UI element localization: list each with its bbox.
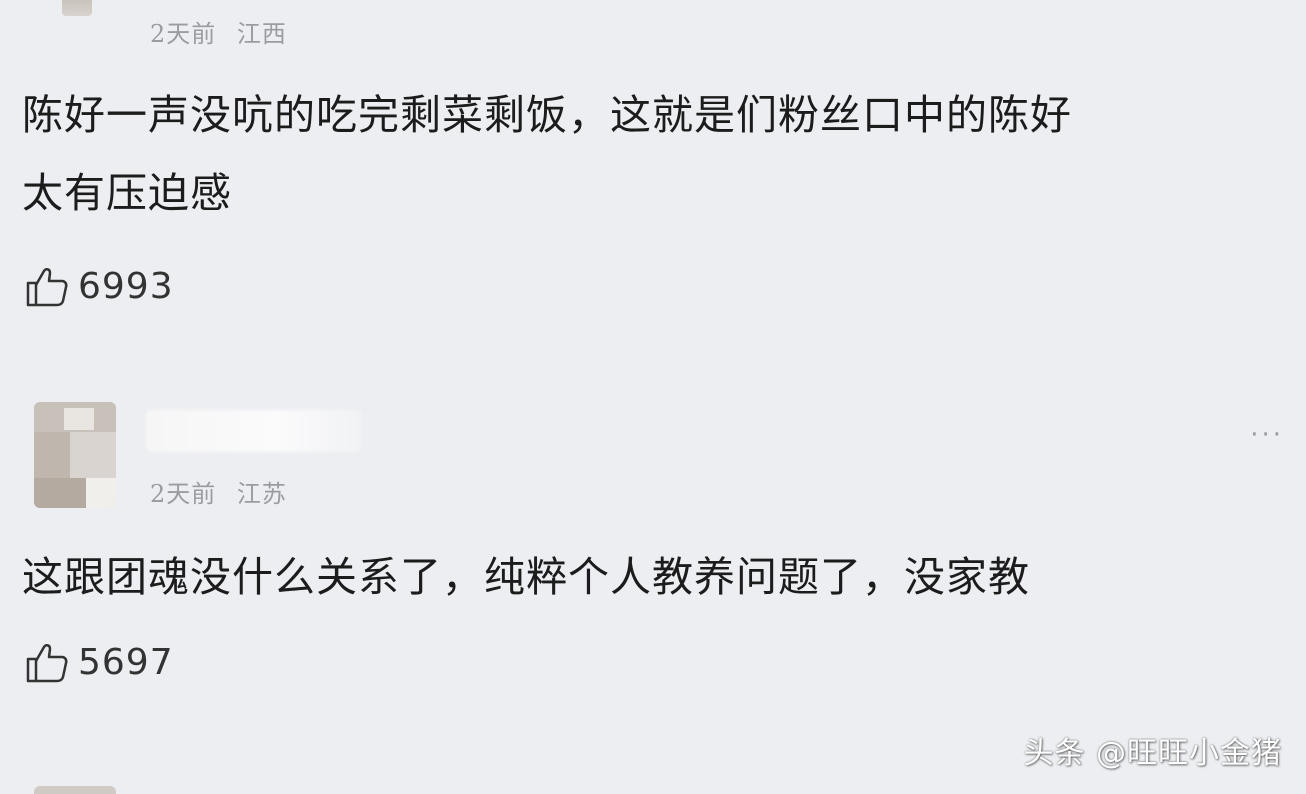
like-count: 6993 [78,265,174,307]
thumbs-up-icon [24,639,70,685]
username-redacted[interactable] [146,410,362,452]
comment-location: 江西 [236,20,287,48]
comment-line: 这跟团魂没什么关系了，纯粹个人教养问题了，没家教 [22,553,1030,601]
comment-line: 太有压迫感 [22,169,232,217]
comment-meta-2: 2天前 江苏 [150,474,287,509]
comment-time: 2天前 [150,480,217,508]
like-button-2[interactable]: 5697 [24,638,174,686]
avatar-next[interactable] [34,786,116,794]
comment-meta-1: 2天前 江西 [150,14,287,49]
comment-line: 陈好一声没吭的吃完剩菜剩饭，这就是们粉丝口中的陈好 [22,91,1072,139]
more-dots-icon[interactable]: ··· [1250,420,1284,450]
comment-body-1: 陈好一声没吭的吃完剩菜剩饭，这就是们粉丝口中的陈好 太有压迫感 [22,76,1072,232]
avatar[interactable] [34,402,116,508]
like-button-1[interactable]: 6993 [24,262,174,310]
comment-body-2: 这跟团魂没什么关系了，纯粹个人教养问题了，没家教 [22,538,1030,616]
avatar-top[interactable] [62,0,92,16]
comment-location: 江苏 [236,480,287,508]
like-count: 5697 [78,641,174,683]
watermark: 头条 @旺旺小金猪 [1023,736,1282,771]
thumbs-up-icon [24,263,70,309]
comment-time: 2天前 [150,20,217,48]
